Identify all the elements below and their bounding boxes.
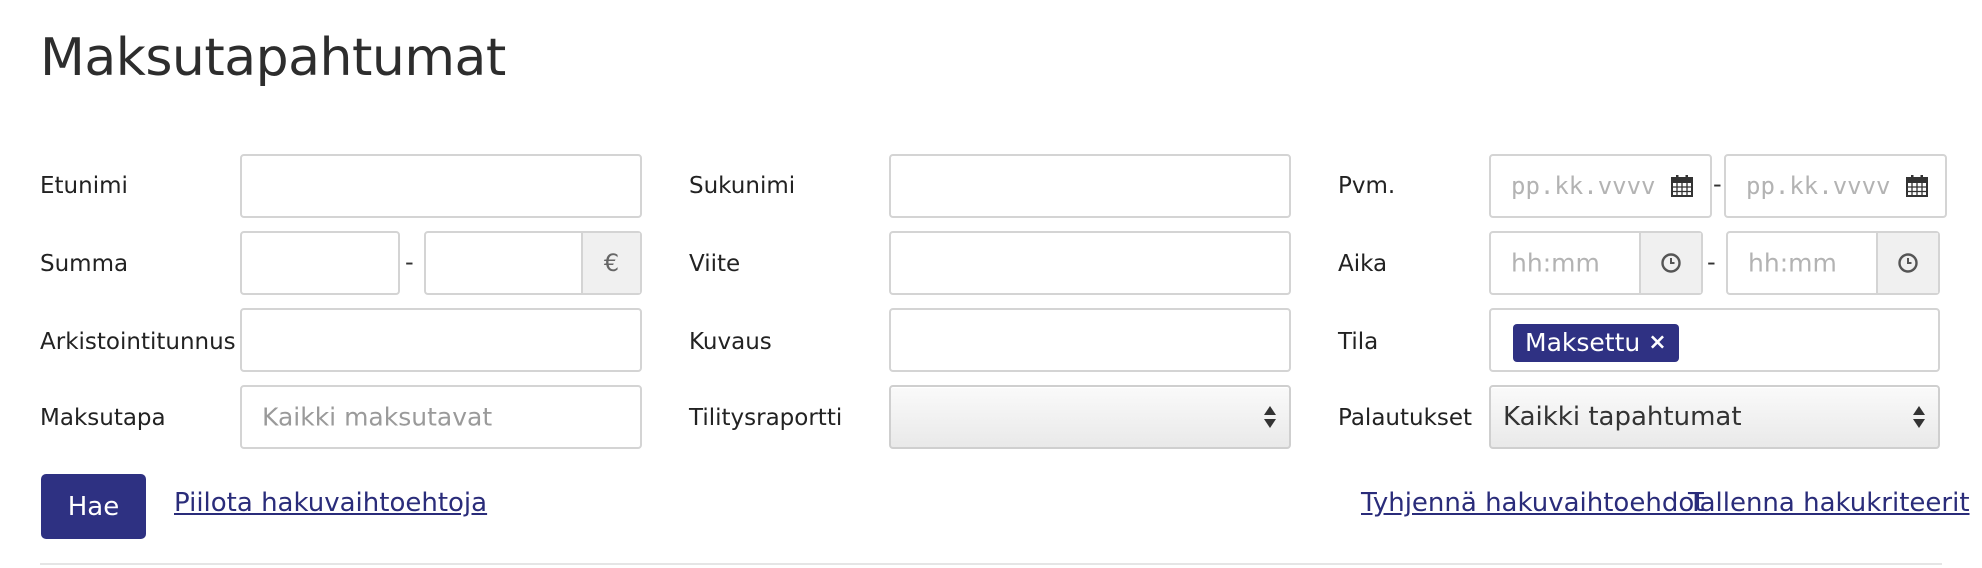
etunimi-label: Etunimi	[40, 173, 128, 199]
search-button[interactable]: Hae	[41, 474, 146, 539]
tag-remove-icon[interactable]: ×	[1648, 324, 1666, 362]
kuvaus-input[interactable]	[889, 308, 1291, 372]
palautukset-select[interactable]: Kaikki tapahtumat	[1489, 385, 1940, 449]
kuvaus-label: Kuvaus	[689, 329, 772, 355]
tilitysraportti-select[interactable]	[889, 385, 1291, 449]
date-from-placeholder: pp.kk.vvvv	[1511, 172, 1656, 200]
currency-symbol: €	[603, 249, 620, 277]
palautukset-label: Palautukset	[1338, 405, 1473, 431]
sukunimi-input[interactable]	[889, 154, 1291, 218]
sort-arrows-icon	[1913, 406, 1925, 428]
save-criteria-link[interactable]: Tallenna hakukriteerit	[1688, 488, 1970, 518]
date-from-input[interactable]: pp.kk.vvvv	[1489, 154, 1712, 218]
viite-label: Viite	[689, 251, 741, 277]
tila-label: Tila	[1338, 329, 1379, 355]
palautukset-value: Kaikki tapahtumat	[1503, 402, 1742, 432]
etunimi-input[interactable]	[240, 154, 642, 218]
summa-min-input[interactable]	[240, 231, 400, 295]
currency-addon: €	[581, 233, 640, 293]
clock-icon	[1661, 253, 1681, 273]
calendar-icon[interactable]	[1905, 174, 1929, 198]
date-to-placeholder: pp.kk.vvvv	[1746, 172, 1891, 200]
page-title: Maksutapahtumat	[40, 28, 506, 88]
time-from-input[interactable]: hh:mm	[1489, 231, 1703, 295]
tag-label: Maksettu	[1525, 328, 1641, 357]
sort-arrows-icon	[1264, 406, 1276, 428]
time-to-addon[interactable]	[1876, 233, 1938, 293]
maksutapa-label: Maksutapa	[40, 405, 166, 431]
date-range-separator: -	[1713, 170, 1722, 198]
arkistointitunnus-input[interactable]	[240, 308, 642, 372]
clear-options-link[interactable]: Tyhjennä hakuvaihtoehdot	[1361, 488, 1704, 518]
maksutapa-placeholder: Kaikki maksutavat	[262, 402, 493, 432]
tila-tag-maksettu[interactable]: Maksettu ×	[1513, 324, 1679, 362]
summa-label: Summa	[40, 251, 129, 277]
hide-options-link[interactable]: Piilota hakuvaihtoehtoja	[174, 488, 487, 518]
time-to-placeholder: hh:mm	[1748, 248, 1837, 278]
summa-range-separator: -	[405, 248, 414, 276]
clock-icon	[1898, 253, 1918, 273]
pvm-label: Pvm.	[1338, 173, 1396, 199]
tilitysraportti-label: Tilitysraportti	[689, 405, 843, 431]
time-from-addon[interactable]	[1639, 233, 1701, 293]
arkistointitunnus-label: Arkistointitunnus	[40, 329, 236, 355]
tila-multiselect[interactable]: Maksettu ×	[1489, 308, 1940, 372]
calendar-icon[interactable]	[1670, 174, 1694, 198]
divider	[40, 563, 1942, 565]
time-from-placeholder: hh:mm	[1511, 248, 1600, 278]
sukunimi-label: Sukunimi	[689, 173, 796, 199]
time-range-separator: -	[1707, 248, 1716, 276]
date-to-input[interactable]: pp.kk.vvvv	[1724, 154, 1947, 218]
time-to-input[interactable]: hh:mm	[1726, 231, 1940, 295]
maksutapa-input[interactable]: Kaikki maksutavat	[240, 385, 642, 449]
viite-input[interactable]	[889, 231, 1291, 295]
aika-label: Aika	[1338, 251, 1388, 277]
summa-max-input[interactable]: €	[424, 231, 642, 295]
